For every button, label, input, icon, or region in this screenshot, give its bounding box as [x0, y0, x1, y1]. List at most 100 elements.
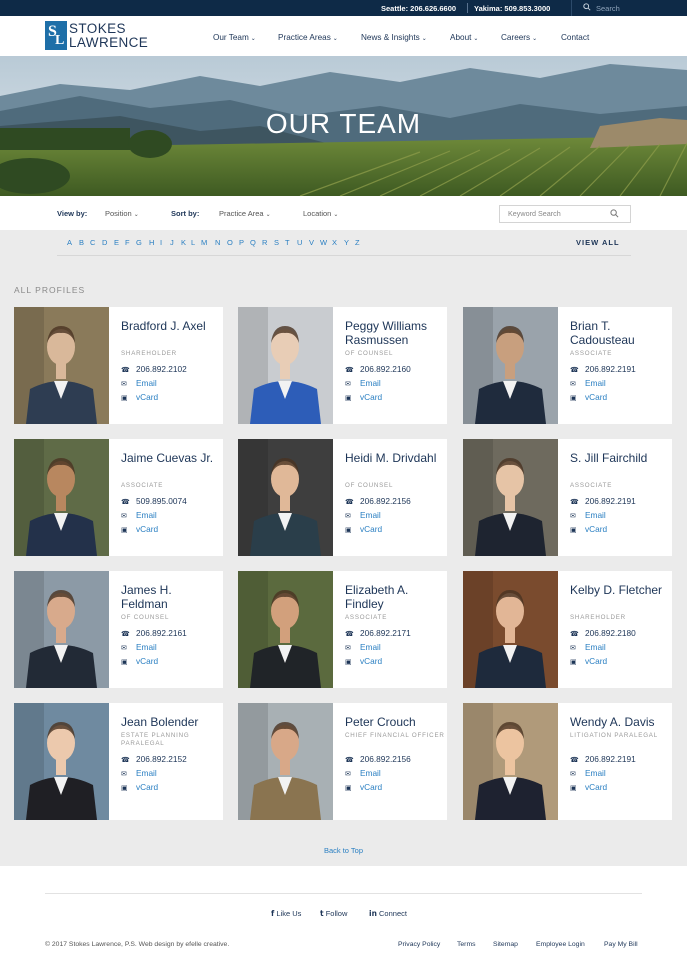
- letter-o[interactable]: O: [227, 238, 233, 247]
- search-icon[interactable]: [583, 3, 591, 11]
- profile-vcard-link[interactable]: ▣ vCard: [570, 392, 607, 402]
- profile-email-link[interactable]: ✉ Email: [121, 642, 157, 652]
- profile-email-link[interactable]: ✉ Email: [121, 378, 157, 388]
- nav-careers[interactable]: Careers ⌄: [501, 33, 537, 42]
- letter-p[interactable]: P: [239, 238, 244, 247]
- profile-email-link[interactable]: ✉ Email: [345, 510, 381, 520]
- profile-name[interactable]: Kelby D. Fletcher: [570, 583, 670, 597]
- profile-vcard-link[interactable]: ▣ vCard: [345, 392, 382, 402]
- profile-email-link[interactable]: ✉ Email: [345, 768, 381, 778]
- profile-phone[interactable]: ☎ 206.892.2191: [570, 496, 636, 506]
- stokes-lawrence-logo[interactable]: SL STOKES LAWRENCE: [45, 21, 160, 51]
- letter-d[interactable]: D: [102, 238, 107, 247]
- letter-g[interactable]: G: [136, 238, 142, 247]
- letter-n[interactable]: N: [215, 238, 220, 247]
- letter-l[interactable]: L: [191, 238, 195, 247]
- nav-contact[interactable]: Contact: [561, 33, 589, 42]
- letter-h[interactable]: H: [149, 238, 154, 247]
- profile-phone[interactable]: ☎ 206.892.2191: [570, 364, 636, 374]
- profile-name[interactable]: Wendy A. Davis: [570, 715, 670, 729]
- profile-card[interactable]: Peggy Williams Rasmussen OF COUNSEL ☎ 206.8…: [238, 307, 447, 424]
- letter-i[interactable]: I: [160, 238, 162, 247]
- linkedin-link[interactable]: in Connect: [369, 909, 407, 918]
- profile-photo[interactable]: [463, 307, 558, 424]
- letter-k[interactable]: K: [181, 238, 186, 247]
- profile-phone[interactable]: ☎ 206.892.2102: [121, 364, 187, 374]
- profile-name[interactable]: Bradford J. Axel: [121, 319, 221, 333]
- profile-email-link[interactable]: ✉ Email: [570, 768, 606, 778]
- profile-card[interactable]: Brian T. Cadousteau ASSOCIATE ☎ 206.892.219…: [463, 307, 672, 424]
- profile-card[interactable]: Jaime Cuevas Jr. ASSOCIATE ☎ 509.895.0074 ✉ E…: [14, 439, 223, 556]
- letter-j[interactable]: J: [170, 238, 174, 247]
- profile-vcard-link[interactable]: ▣ vCard: [570, 524, 607, 534]
- profile-card[interactable]: S. Jill Fairchild ASSOCIATE ☎ 206.892.2191 ✉…: [463, 439, 672, 556]
- footer-link-terms[interactable]: Terms: [457, 941, 476, 948]
- letter-f[interactable]: F: [125, 238, 130, 247]
- profile-phone[interactable]: ☎ 206.892.2180: [570, 628, 636, 638]
- footer-link-pay-my-bill[interactable]: Pay My Bill: [604, 941, 638, 948]
- profile-name[interactable]: James H. Feldman: [121, 583, 221, 611]
- profile-vcard-link[interactable]: ▣ vCard: [570, 656, 607, 666]
- profile-card[interactable]: Jean Bolender ESTATE PLANNING PARALEGAL ☎ 2…: [14, 703, 223, 820]
- profile-photo[interactable]: [14, 571, 109, 688]
- profile-photo[interactable]: [238, 307, 333, 424]
- profile-photo[interactable]: [238, 571, 333, 688]
- letter-w[interactable]: W: [320, 238, 327, 247]
- profile-email-link[interactable]: ✉ Email: [570, 642, 606, 652]
- profile-name[interactable]: Jean Bolender: [121, 715, 221, 729]
- search-icon[interactable]: [610, 209, 619, 218]
- profile-phone[interactable]: ☎ 206.892.2160: [345, 364, 411, 374]
- profile-phone[interactable]: ☎ 509.895.0074: [121, 496, 187, 506]
- profile-card[interactable]: Heidi M. Drivdahl OF COUNSEL ☎ 206.892.2156…: [238, 439, 447, 556]
- profile-photo[interactable]: [14, 439, 109, 556]
- profile-name[interactable]: Brian T. Cadousteau: [570, 319, 670, 347]
- facebook-link[interactable]: f Like Us: [271, 909, 301, 918]
- letter-m[interactable]: M: [201, 238, 207, 247]
- profile-vcard-link[interactable]: ▣ vCard: [345, 782, 382, 792]
- profile-photo[interactable]: [463, 703, 558, 820]
- nav-practice-areas[interactable]: Practice Areas ⌄: [278, 33, 338, 42]
- profile-email-link[interactable]: ✉ Email: [345, 378, 381, 388]
- profile-card[interactable]: Wendy A. Davis LITIGATION PARALEGAL ☎ 206.8…: [463, 703, 672, 820]
- profile-email-link[interactable]: ✉ Email: [570, 378, 606, 388]
- letter-b[interactable]: B: [79, 238, 84, 247]
- profile-phone[interactable]: ☎ 206.892.2191: [570, 754, 636, 764]
- profile-photo[interactable]: [463, 571, 558, 688]
- profile-vcard-link[interactable]: ▣ vCard: [345, 656, 382, 666]
- letter-x[interactable]: X: [332, 238, 337, 247]
- profile-photo[interactable]: [463, 439, 558, 556]
- nav-our-team[interactable]: Our Team ⌄: [213, 33, 256, 42]
- profile-photo[interactable]: [238, 703, 333, 820]
- profile-vcard-link[interactable]: ▣ vCard: [121, 656, 158, 666]
- profile-name[interactable]: Elizabeth A. Findley: [345, 583, 445, 611]
- profile-phone[interactable]: ☎ 206.892.2156: [345, 754, 411, 764]
- profile-name[interactable]: Peggy Williams Rasmussen: [345, 319, 445, 347]
- letter-c[interactable]: C: [90, 238, 95, 247]
- view-all-link[interactable]: VIEW ALL: [576, 238, 620, 247]
- profile-email-link[interactable]: ✉ Email: [121, 768, 157, 778]
- profile-email-link[interactable]: ✉ Email: [345, 642, 381, 652]
- profile-phone[interactable]: ☎ 206.892.2156: [345, 496, 411, 506]
- footer-link-privacy-policy[interactable]: Privacy Policy: [398, 941, 440, 948]
- profile-name[interactable]: Peter Crouch: [345, 715, 445, 729]
- profile-phone[interactable]: ☎ 206.892.2161: [121, 628, 187, 638]
- profile-vcard-link[interactable]: ▣ vCard: [121, 524, 158, 534]
- profile-name[interactable]: S. Jill Fairchild: [570, 451, 670, 465]
- profile-card[interactable]: James H. Feldman OF COUNSEL ☎ 206.892.2161 ✉…: [14, 571, 223, 688]
- profile-email-link[interactable]: ✉ Email: [570, 510, 606, 520]
- letter-s[interactable]: S: [274, 238, 279, 247]
- footer-link-employee-login[interactable]: Employee Login: [536, 941, 585, 948]
- profile-photo[interactable]: [14, 703, 109, 820]
- profile-name[interactable]: Jaime Cuevas Jr.: [121, 451, 221, 465]
- practice-area-filter[interactable]: Practice Area ⌄: [219, 209, 271, 218]
- location-filter[interactable]: Location ⌄: [303, 209, 338, 218]
- letter-u[interactable]: U: [297, 238, 302, 247]
- letter-v[interactable]: V: [309, 238, 314, 247]
- profile-card[interactable]: Peter Crouch CHIEF FINANCIAL OFFICER ☎ 206.…: [238, 703, 447, 820]
- twitter-link[interactable]: t Follow: [320, 909, 347, 918]
- profile-card[interactable]: Elizabeth A. Findley ASSOCIATE ☎ 206.892.21…: [238, 571, 447, 688]
- letter-y[interactable]: Y: [344, 238, 349, 247]
- profile-vcard-link[interactable]: ▣ vCard: [121, 392, 158, 402]
- letter-q[interactable]: Q: [250, 238, 256, 247]
- profile-card[interactable]: Bradford J. Axel SHAREHOLDER ☎ 206.892.2102…: [14, 307, 223, 424]
